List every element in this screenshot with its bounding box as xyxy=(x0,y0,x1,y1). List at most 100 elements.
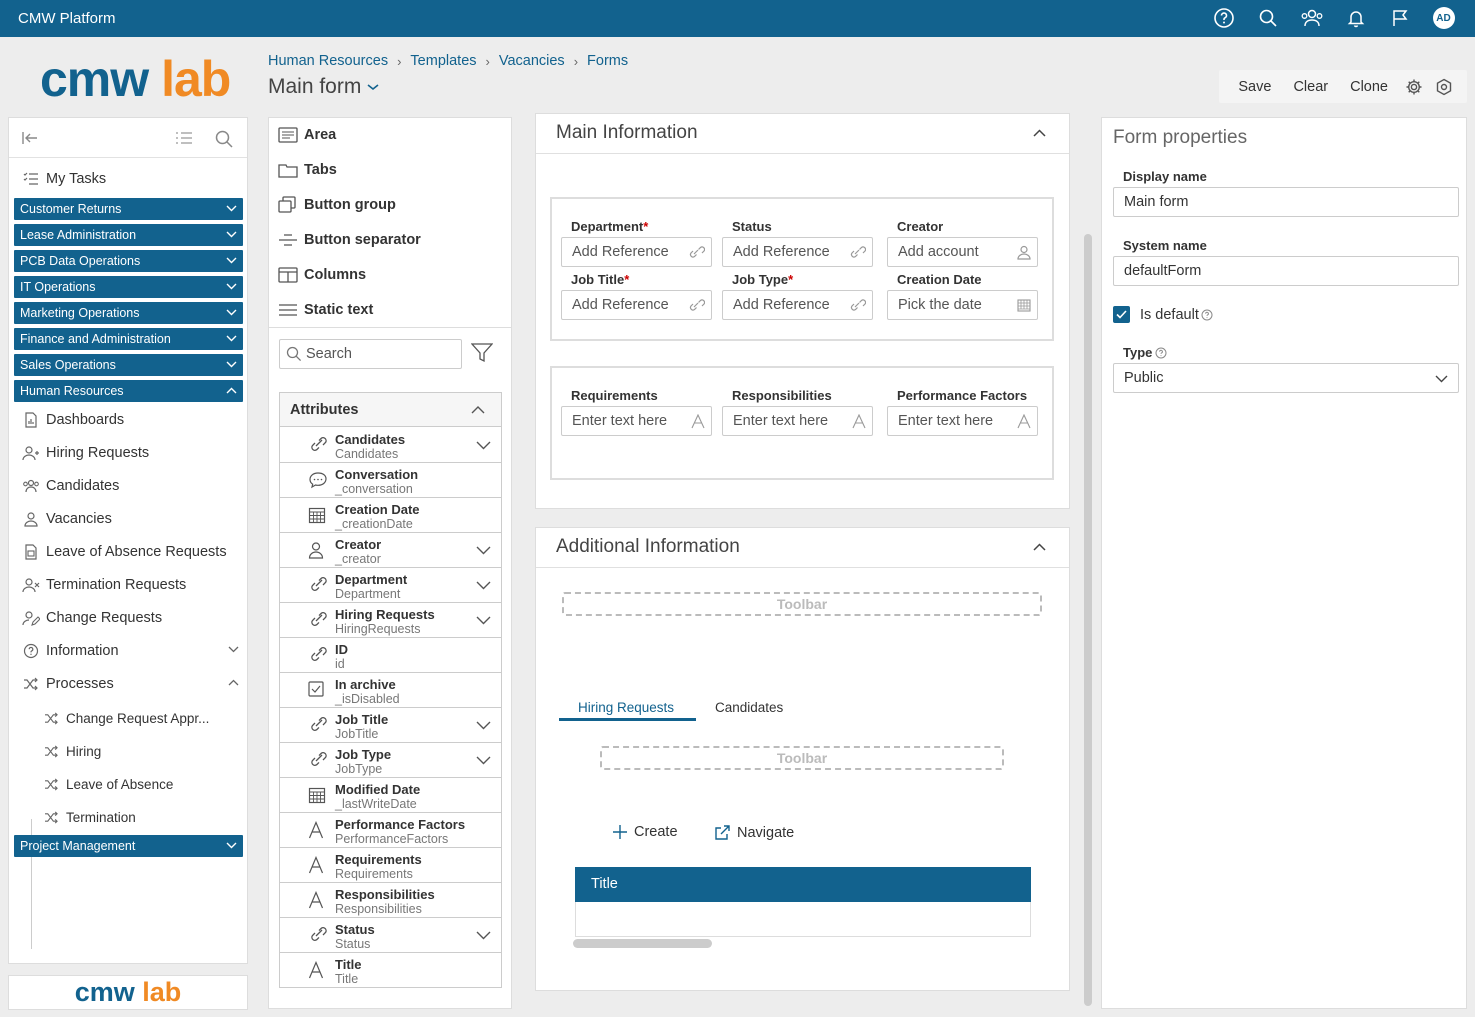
nav-termination-requests[interactable]: Termination Requests xyxy=(9,572,249,598)
nav-leave-of-absence-requests[interactable]: Leave of Absence Requests xyxy=(9,539,249,565)
nav-group-lease-administration[interactable]: Lease Administration xyxy=(14,224,243,246)
nav-group-marketing-operations[interactable]: Marketing Operations xyxy=(14,302,243,324)
system-name-input[interactable]: defaultForm xyxy=(1113,256,1459,286)
job-title-input[interactable]: Add Reference xyxy=(561,290,712,320)
nav-my-tasks[interactable]: My Tasks xyxy=(9,166,249,192)
section-header[interactable]: Main Information xyxy=(536,114,1069,154)
nav-process-leave-of-absence[interactable]: Leave of Absence xyxy=(9,771,249,797)
palette-area[interactable]: Area xyxy=(278,125,336,145)
tab-toolbar-placeholder[interactable]: Toolbar xyxy=(600,746,1004,770)
help-icon[interactable] xyxy=(1201,309,1213,321)
chevron-down-icon[interactable] xyxy=(476,616,491,625)
palette-tabs[interactable]: Tabs xyxy=(278,160,337,180)
vertical-scrollbar[interactable] xyxy=(1084,234,1092,1006)
attribute-row-jobtype[interactable]: Job Type JobType xyxy=(280,743,501,778)
attribute-row-status[interactable]: Status Status xyxy=(280,918,501,953)
attribute-row-responsibilities[interactable]: Responsibilities Responsibilities xyxy=(280,883,501,918)
users-icon[interactable] xyxy=(1298,6,1325,30)
nav-vacancies[interactable]: Vacancies xyxy=(9,506,249,532)
nav-group-customer-returns[interactable]: Customer Returns xyxy=(14,198,243,220)
user-avatar[interactable]: AD xyxy=(1430,6,1457,30)
palette-button-group[interactable]: Button group xyxy=(278,195,396,215)
clone-button[interactable]: Clone xyxy=(1339,79,1399,95)
help-icon[interactable] xyxy=(1210,6,1237,30)
horizontal-scrollbar[interactable] xyxy=(573,939,712,948)
attribute-row-conversation[interactable]: Conversation _conversation xyxy=(280,463,501,498)
breadcrumb-templates[interactable]: Templates xyxy=(410,53,476,69)
display-name-input[interactable]: Main form xyxy=(1113,187,1459,217)
create-button[interactable]: Create xyxy=(612,824,678,840)
creator-input[interactable]: Add account xyxy=(887,237,1038,267)
nav-group-human-resources[interactable]: Human Resources xyxy=(14,380,243,402)
nav-processes[interactable]: Processes xyxy=(9,671,249,697)
nav-candidates[interactable]: Candidates xyxy=(9,473,249,499)
attribute-search-input[interactable]: Search xyxy=(279,339,462,369)
nav-group-project-management[interactable]: Project Management xyxy=(14,835,243,857)
attribute-row-creator[interactable]: Creator _creator xyxy=(280,533,501,568)
attribute-row-lastwritedate[interactable]: Modified Date _lastWriteDate xyxy=(280,778,501,813)
flag-icon[interactable] xyxy=(1386,6,1413,30)
settings-advanced-icon[interactable] xyxy=(1429,78,1459,96)
nav-group-sales-operations[interactable]: Sales Operations xyxy=(14,354,243,376)
chevron-down-icon[interactable] xyxy=(476,581,491,590)
palette-static-text[interactable]: Static text xyxy=(278,300,373,320)
chevron-down-icon[interactable] xyxy=(476,721,491,730)
nav-information[interactable]: Information xyxy=(9,638,249,664)
table-column-title[interactable]: Title xyxy=(575,867,1031,902)
chevron-down-icon[interactable] xyxy=(476,441,491,450)
chevron-down-icon[interactable] xyxy=(476,756,491,765)
save-button[interactable]: Save xyxy=(1227,79,1282,95)
chevron-down-icon[interactable] xyxy=(476,546,491,555)
app-title[interactable]: CMW Platform xyxy=(18,10,116,27)
attribute-row-title[interactable]: Title Title xyxy=(280,953,501,988)
status-input[interactable]: Add Reference xyxy=(722,237,873,267)
filter-icon[interactable] xyxy=(471,343,493,363)
nav-group-pcb-data-operations[interactable]: PCB Data Operations xyxy=(14,250,243,272)
department-input[interactable]: Add Reference xyxy=(561,237,712,267)
attribute-row-candidates[interactable]: Candidates Candidates xyxy=(280,428,501,463)
clear-button[interactable]: Clear xyxy=(1282,79,1339,95)
checkbox-checked[interactable] xyxy=(1113,306,1130,323)
nav-dashboards[interactable]: Dashboards xyxy=(9,407,249,433)
attribute-row-id[interactable]: ID id xyxy=(280,638,501,673)
job-type-input[interactable]: Add Reference xyxy=(722,290,873,320)
bell-icon[interactable] xyxy=(1342,6,1369,30)
section-header[interactable]: Additional Information xyxy=(536,528,1069,568)
palette-columns[interactable]: Columns xyxy=(278,265,366,285)
nav-process-termination[interactable]: Termination xyxy=(9,804,249,830)
attribute-row-performancefactors[interactable]: Performance Factors PerformanceFactors xyxy=(280,813,501,848)
attribute-row-department[interactable]: Department Department xyxy=(280,568,501,603)
toolbar-placeholder[interactable]: Toolbar xyxy=(562,592,1042,616)
breadcrumb-vacancies[interactable]: Vacancies xyxy=(499,53,565,69)
nav-process-hiring[interactable]: Hiring xyxy=(9,738,249,764)
nav-group-finance-and-administration[interactable]: Finance and Administration xyxy=(14,328,243,350)
responsibilities-input[interactable]: Enter text here xyxy=(722,406,873,436)
nav-process-change-request-approval[interactable]: Change Request Appr... xyxy=(9,705,249,731)
attribute-row-creationdate[interactable]: Creation Date _creationDate xyxy=(280,498,501,533)
attribute-row-requirements[interactable]: Requirements Requirements xyxy=(280,848,501,883)
tab-hiring-requests[interactable]: Hiring Requests xyxy=(578,700,674,715)
performance-factors-input[interactable]: Enter text here xyxy=(887,406,1038,436)
palette-button-separator[interactable]: Button separator xyxy=(278,230,421,250)
navigate-button[interactable]: Navigate xyxy=(714,824,794,841)
collapse-sidebar-icon[interactable] xyxy=(21,130,39,146)
breadcrumb-human-resources[interactable]: Human Resources xyxy=(268,53,388,69)
type-select[interactable]: Public xyxy=(1113,363,1459,393)
breadcrumb-forms[interactable]: Forms xyxy=(587,53,628,69)
help-icon[interactable] xyxy=(1155,347,1167,359)
chevron-down-icon[interactable] xyxy=(476,931,491,940)
requirements-input[interactable]: Enter text here xyxy=(561,406,712,436)
attributes-header[interactable]: Attributes xyxy=(280,393,501,427)
nav-hiring-requests[interactable]: Hiring Requests xyxy=(9,440,249,466)
search-icon[interactable] xyxy=(214,129,234,149)
gear-icon[interactable] xyxy=(1399,78,1429,96)
tab-candidates[interactable]: Candidates xyxy=(715,700,783,715)
attribute-row-jobtitle[interactable]: Job Title JobTitle xyxy=(280,708,501,743)
nav-change-requests[interactable]: Change Requests xyxy=(9,605,249,631)
list-view-icon[interactable] xyxy=(174,130,194,146)
nav-group-it-operations[interactable]: IT Operations xyxy=(14,276,243,298)
attribute-row-hiringrequests[interactable]: Hiring Requests HiringRequests xyxy=(280,603,501,638)
attribute-row-isdisabled[interactable]: In archive _isDisabled xyxy=(280,673,501,708)
creation-date-input[interactable]: Pick the date xyxy=(887,290,1038,320)
page-title[interactable]: Main form xyxy=(268,75,380,99)
